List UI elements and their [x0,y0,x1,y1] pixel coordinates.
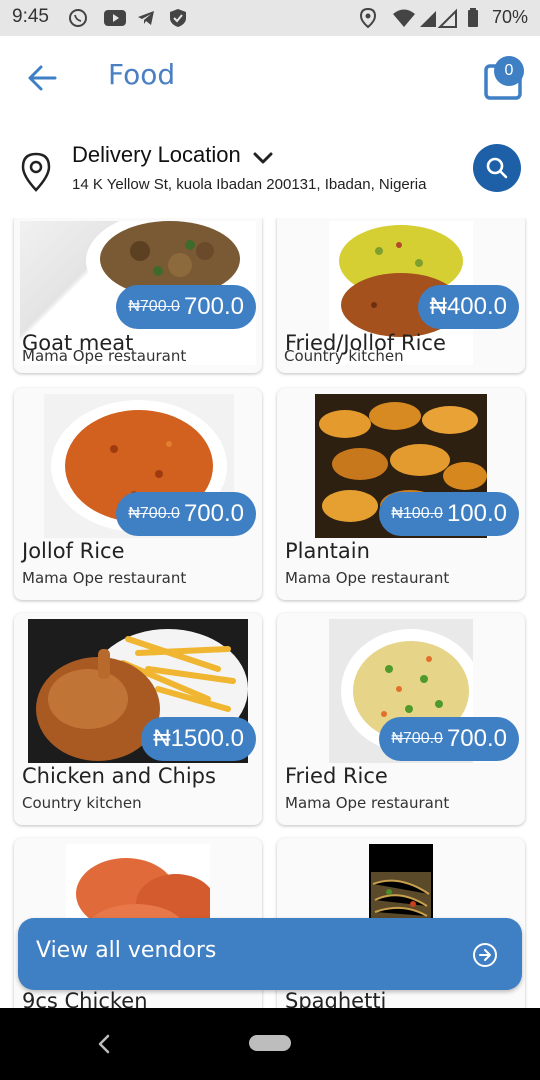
food-card[interactable]: ₦700.0 700.0 Fried Rice Mama Ope restaur… [277,613,525,825]
sale-price: 700.0 [183,293,244,320]
price-tag: ₦700.0 700.0 [379,717,519,761]
price-tag: ₦700.0 700.0 [116,285,256,329]
battery-icon [466,8,480,28]
price: ₦1500.0 [153,725,244,752]
price-tag: ₦1500.0 [141,717,256,761]
food-name: Jollof Rice [22,539,125,563]
food-grid: ₦700.0 700.0 Goat meat Mama Ope restaura… [0,218,540,1008]
vendor-name: Mama Ope restaurant [285,569,450,587]
delivery-location-bar: Delivery Location 14 K Yellow St, kuola … [0,126,540,218]
food-name: 9cs Chicken [22,989,148,1008]
sale-price: 100.0 [446,500,507,527]
nav-back-icon[interactable] [96,1034,112,1054]
back-button[interactable] [24,60,60,96]
price: ₦400.0 [429,293,507,320]
food-card[interactable]: ₦700.0 700.0 Jollof Rice Mama Ope restau… [14,388,262,600]
original-price: ₦700.0 [391,730,443,747]
original-price: ₦700.0 [128,298,180,315]
food-name: Plantain [285,539,370,563]
original-price: ₦100.0 [391,505,443,522]
original-price: ₦700.0 [128,505,180,522]
food-name: Spaghetti [285,989,387,1008]
food-name: Chicken and Chips [22,764,216,788]
chevron-down-icon[interactable] [251,146,275,170]
shield-icon [168,8,188,28]
vendor-name: Mama Ope restaurant [285,794,450,812]
signal-icon [418,8,458,28]
youtube-icon [102,8,128,28]
telegram-icon [136,8,156,28]
whatsapp-icon [68,8,88,28]
vendor-name: Mama Ope restaurant [22,569,187,587]
view-all-vendors-label: View all vendors [36,938,217,963]
search-button[interactable] [473,144,521,192]
status-bar: 9:45 70% [0,0,540,36]
delivery-location-title[interactable]: Delivery Location [72,142,241,168]
wifi-icon [392,8,416,28]
vendor-name: Mama Ope restaurant [22,347,187,365]
nav-home-pill[interactable] [249,1035,291,1051]
food-card[interactable]: ₦1500.0 Chicken and Chips Country kitche… [14,613,262,825]
vendor-name: Country kitchen [284,347,404,365]
search-icon [486,157,508,179]
system-nav-bar [0,1008,540,1080]
sale-price: 700.0 [183,500,244,527]
sale-price: 700.0 [446,725,507,752]
battery-percentage: 70% [491,7,528,27]
price-tag: ₦700.0 700.0 [116,492,256,536]
arrow-circle-right-icon [473,943,497,967]
arrow-left-icon [28,65,57,91]
location-icon [358,8,378,28]
price-tag: ₦400.0 [417,285,519,329]
location-pin-icon [21,152,51,192]
price-tag: ₦100.0 100.0 [379,492,519,536]
food-name: Fried Rice [285,764,388,788]
vendor-name: Country kitchen [22,794,142,812]
status-time: 9:45 [12,6,49,27]
food-card[interactable]: ₦100.0 100.0 Plantain Mama Ope restauran… [277,388,525,600]
app-bar: Food 0 [0,36,540,126]
page-title: Food [108,58,176,91]
view-all-vendors-button[interactable]: View all vendors [18,918,522,990]
delivery-address: 14 K Yellow St, kuola Ibadan 200131, Iba… [72,176,427,193]
cart-count-badge: 0 [494,56,524,86]
